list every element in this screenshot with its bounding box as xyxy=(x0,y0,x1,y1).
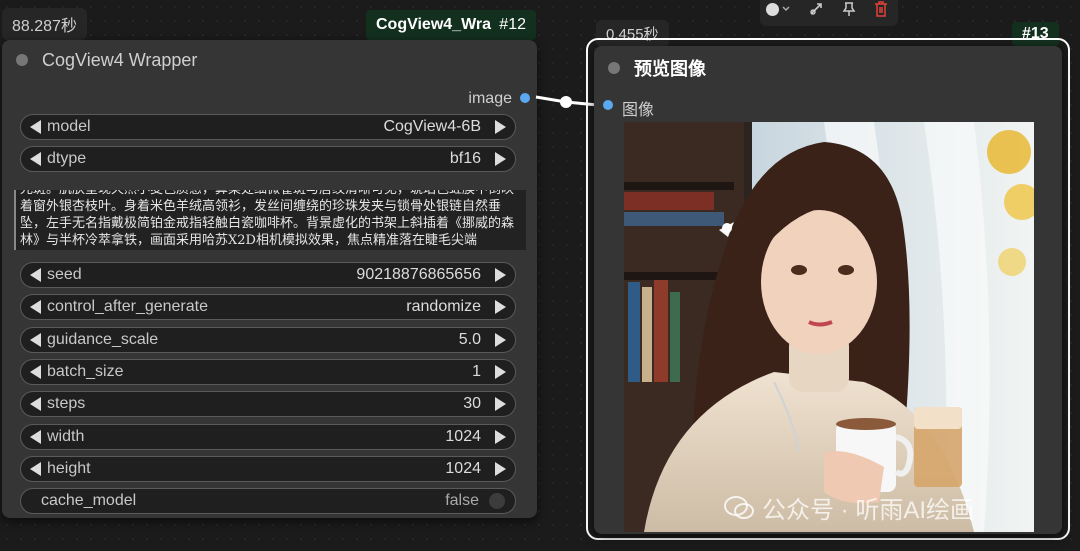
steps-number[interactable]: steps 30 xyxy=(20,391,516,417)
batch-size-number[interactable]: batch_size 1 xyxy=(20,359,516,385)
node13-header-title: 预览图像 xyxy=(634,59,706,79)
watermark-text: 公众号 · 听雨AI绘画 xyxy=(762,497,975,524)
node12-id: #12 xyxy=(499,16,526,33)
cache-model-label: cache_model xyxy=(41,492,137,509)
batch-size-label: batch_size xyxy=(47,363,124,380)
node-toolbar xyxy=(760,0,898,26)
seed-value: 90218876865656 xyxy=(356,266,481,283)
bypass-icon[interactable] xyxy=(808,1,824,17)
decrement-arrow-icon[interactable] xyxy=(30,430,41,444)
model-combo[interactable]: model CogView4-6B xyxy=(20,114,516,140)
steps-label: steps xyxy=(47,395,86,412)
decrement-arrow-icon[interactable] xyxy=(30,397,41,411)
decrement-arrow-icon[interactable] xyxy=(30,268,41,282)
dtype-label: dtype xyxy=(47,150,87,167)
height-value: 1024 xyxy=(445,460,481,477)
node12-title-text: CogView4_Wra xyxy=(376,16,492,33)
decrement-arrow-icon[interactable] xyxy=(30,300,41,314)
decrement-arrow-icon[interactable] xyxy=(30,152,41,166)
control-after-generate-label: control_after_generate xyxy=(47,298,208,315)
control-after-generate-value: randomize xyxy=(406,298,481,315)
decrement-arrow-icon[interactable] xyxy=(30,365,41,379)
model-value: CogView4-6B xyxy=(383,118,481,135)
control-after-generate-combo[interactable]: control_after_generate randomize xyxy=(20,294,516,320)
guidance-scale-value: 5.0 xyxy=(458,331,481,348)
decrement-arrow-icon[interactable] xyxy=(30,462,41,476)
decrement-arrow-icon[interactable] xyxy=(30,333,41,347)
dtype-combo[interactable]: dtype bf16 xyxy=(20,146,516,172)
toggle-knob-icon[interactable] xyxy=(489,493,505,509)
increment-arrow-icon[interactable] xyxy=(495,152,506,166)
guidance-scale-label: guidance_scale xyxy=(47,331,159,348)
node12-header[interactable]: CogView4 Wrapper xyxy=(2,40,537,80)
node12-header-title: CogView4 Wrapper xyxy=(42,49,198,70)
increment-arrow-icon[interactable] xyxy=(495,397,506,411)
increment-arrow-icon[interactable] xyxy=(495,365,506,379)
prompt-textarea[interactable]: 光斑。肌肤呈现天然小麦色质感，鼻梁处细微雀斑与唇纹清晰可见，琥珀色虹膜中倒映着窗… xyxy=(14,190,526,250)
seed-number[interactable]: seed 90218876865656 xyxy=(20,262,516,288)
seed-label: seed xyxy=(47,266,82,283)
decrement-arrow-icon[interactable] xyxy=(30,120,41,134)
width-label: width xyxy=(47,428,85,445)
pin-icon[interactable] xyxy=(842,1,856,17)
increment-arrow-icon[interactable] xyxy=(495,300,506,314)
node13-header[interactable]: 预览图像 xyxy=(594,46,1062,90)
batch-size-value: 1 xyxy=(472,363,481,380)
image-input-label: 图像 xyxy=(622,102,655,119)
cache-model-value: false xyxy=(445,492,479,509)
width-number[interactable]: width 1024 xyxy=(20,424,516,450)
collapse-dot-icon[interactable] xyxy=(608,62,620,74)
image-input-port[interactable] xyxy=(603,100,613,110)
increment-arrow-icon[interactable] xyxy=(495,462,506,476)
width-value: 1024 xyxy=(445,428,481,445)
cache-model-toggle[interactable]: cache_model false xyxy=(20,488,516,514)
increment-arrow-icon[interactable] xyxy=(495,268,506,282)
increment-arrow-icon[interactable] xyxy=(495,333,506,347)
prompt-text: 光斑。肌肤呈现天然小麦色质感，鼻梁处细微雀斑与唇纹清晰可见，琥珀色虹膜中倒映着窗… xyxy=(20,190,515,248)
dtype-value: bf16 xyxy=(449,150,481,167)
node12-timer: 88.287秒 xyxy=(2,8,87,40)
image-output-label: image xyxy=(468,90,512,107)
model-label: model xyxy=(47,118,91,135)
node12-title-tag[interactable]: CogView4_Wra #12 xyxy=(366,10,536,40)
wechat-icon xyxy=(724,495,754,519)
delete-icon[interactable] xyxy=(874,1,888,17)
color-dot-icon xyxy=(766,2,779,16)
height-number[interactable]: height 1024 xyxy=(20,456,516,482)
image-output-port[interactable] xyxy=(520,93,530,103)
steps-value: 30 xyxy=(463,395,481,412)
increment-arrow-icon[interactable] xyxy=(495,430,506,444)
color-picker-button[interactable] xyxy=(766,2,790,16)
preview-image xyxy=(624,122,1034,532)
increment-arrow-icon[interactable] xyxy=(495,120,506,134)
collapse-dot-icon[interactable] xyxy=(16,54,28,66)
height-label: height xyxy=(47,460,91,477)
guidance-scale-number[interactable]: guidance_scale 5.0 xyxy=(20,327,516,353)
portrait-image xyxy=(624,122,1034,532)
chevron-down-icon xyxy=(782,6,790,12)
watermark: 公众号 · 听雨AI绘画 xyxy=(724,490,974,525)
